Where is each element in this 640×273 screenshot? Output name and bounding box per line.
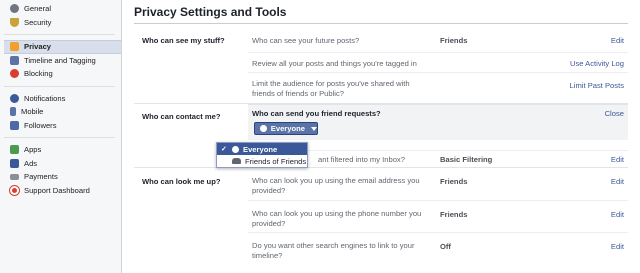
globe-icon: [232, 145, 239, 153]
edit-link[interactable]: Edit: [611, 177, 624, 186]
setting-question: Who can see your future posts?: [252, 36, 360, 45]
settings-sidebar: General Security Privacy Timeline and Ta…: [0, 0, 125, 273]
sidebar-item-label: Support Dashboard: [24, 185, 90, 195]
edit-link[interactable]: Edit: [611, 36, 624, 45]
audience-option-friends-of-friends[interactable]: Friends of Friends: [217, 155, 307, 167]
friends-icon: [232, 158, 241, 164]
sidebar-item-label: Followers: [24, 120, 57, 130]
edit-link[interactable]: Edit: [611, 210, 624, 219]
close-link[interactable]: Close: [605, 109, 624, 118]
use-activity-log-link[interactable]: Use Activity Log: [570, 59, 624, 68]
sidebar-item-security[interactable]: Security: [10, 16, 121, 30]
audience-dropdown-menu: ✓ Everyone Friends of Friends: [216, 142, 308, 168]
sidebar-item-label: Mobile: [21, 107, 44, 117]
edit-link[interactable]: Edit: [611, 242, 624, 251]
audience-option-everyone[interactable]: ✓ Everyone: [217, 143, 307, 155]
edit-link[interactable]: Edit: [611, 155, 624, 164]
setting-question: Who can send you friend requests?: [252, 109, 381, 118]
section-contact-me: Who can contact me? Who can send you fri…: [134, 104, 628, 168]
sidebar-item-ads[interactable]: Ads: [10, 157, 121, 171]
setting-value: Friends: [440, 210, 468, 219]
privacy-settings-panel: Privacy Settings and Tools Who can see m…: [121, 0, 640, 273]
sidebar-divider: [4, 137, 115, 138]
setting-question: Who can look you up using the phone numb…: [252, 209, 422, 228]
timeline-icon: [10, 55, 19, 65]
section-label: Who can look me up?: [142, 177, 221, 186]
setting-row-activity-log: Review all your posts and things you're …: [248, 52, 628, 72]
sidebar-item-label: Ads: [24, 158, 38, 168]
sidebar-item-privacy[interactable]: Privacy: [4, 40, 125, 54]
option-label: Everyone: [243, 144, 278, 154]
setting-value: Friends: [440, 177, 468, 186]
block-icon: [10, 69, 19, 79]
mobile-icon: [10, 107, 16, 117]
globe-icon: [10, 93, 19, 103]
sidebar-item-general[interactable]: General: [10, 2, 121, 16]
sidebar-item-label: Payments: [24, 172, 58, 182]
card-icon: [10, 173, 19, 180]
setting-value: Basic Filtering: [440, 155, 493, 164]
section-label: Who can see my stuff?: [142, 36, 225, 45]
sidebar-item-blocking[interactable]: Blocking: [10, 67, 121, 81]
sidebar-item-followers[interactable]: Followers: [10, 119, 121, 133]
sidebar-item-label: General: [24, 4, 52, 14]
gear-icon: [10, 4, 19, 14]
friend-requests-editor: Who can send you friend requests? Close …: [248, 104, 628, 140]
section-see-my-stuff: Who can see my stuff? Who can see your f…: [134, 30, 628, 104]
setting-question: ant filtered into my Inbox?: [318, 155, 405, 164]
checkmark-icon: ✓: [221, 146, 227, 153]
setting-question: Do you want other search engines to link…: [252, 241, 415, 260]
setting-row-search-engines: Do you want other search engines to link…: [248, 232, 628, 264]
setting-question: Who can look you up using the email addr…: [252, 176, 420, 195]
rss-icon: [10, 120, 19, 130]
lock-icon: [10, 42, 19, 52]
globe-icon: [260, 125, 267, 132]
caret-down-icon: [311, 126, 317, 131]
setting-row-future-posts: Who can see your future posts? Friends E…: [248, 30, 628, 52]
setting-row-phone-lookup: Who can look you up using the phone numb…: [248, 200, 628, 232]
sidebar-divider: [4, 34, 115, 35]
sidebar-item-notifications[interactable]: Notifications: [10, 92, 121, 106]
option-label: Friends of Friends: [245, 156, 307, 166]
sidebar-item-mobile[interactable]: Mobile: [10, 105, 121, 119]
ads-icon: [10, 158, 19, 168]
setting-question: Review all your posts and things you're …: [252, 59, 417, 68]
shield-icon: [10, 17, 19, 27]
audience-selector-button[interactable]: Everyone: [254, 122, 318, 135]
section-label: Who can contact me?: [142, 112, 221, 121]
page-title: Privacy Settings and Tools: [134, 5, 287, 19]
sidebar-item-label: Apps: [24, 145, 42, 155]
sidebar-item-label: Timeline and Tagging: [24, 55, 96, 65]
title-divider: [134, 23, 628, 24]
sidebar-item-label: Privacy: [24, 42, 52, 52]
lifebuoy-icon: [9, 184, 20, 196]
sidebar-item-label: Notifications: [24, 93, 66, 103]
sidebar-item-label: Blocking: [24, 69, 53, 79]
setting-row-email-lookup: Who can look you up using the email addr…: [248, 168, 628, 200]
sidebar-item-timeline-and-tagging[interactable]: Timeline and Tagging: [10, 54, 121, 68]
setting-value: Friends: [440, 36, 468, 45]
sidebar-item-support-dashboard[interactable]: Support Dashboard: [9, 184, 121, 198]
sidebar-item-label: Security: [24, 17, 52, 27]
apps-icon: [10, 145, 19, 155]
audience-label: Everyone: [270, 124, 305, 133]
section-look-me-up: Who can look me up? Who can look you up …: [134, 168, 628, 264]
setting-question: Limit the audience for posts you've shar…: [252, 79, 410, 98]
sidebar-item-payments[interactable]: Payments: [10, 170, 121, 184]
sidebar-divider: [4, 85, 115, 87]
limit-past-posts-link[interactable]: Limit Past Posts: [570, 81, 624, 90]
setting-row-limit-past-posts: Limit the audience for posts you've shar…: [248, 72, 628, 104]
sidebar-item-apps[interactable]: Apps: [10, 143, 121, 157]
setting-value: Off: [440, 242, 451, 251]
